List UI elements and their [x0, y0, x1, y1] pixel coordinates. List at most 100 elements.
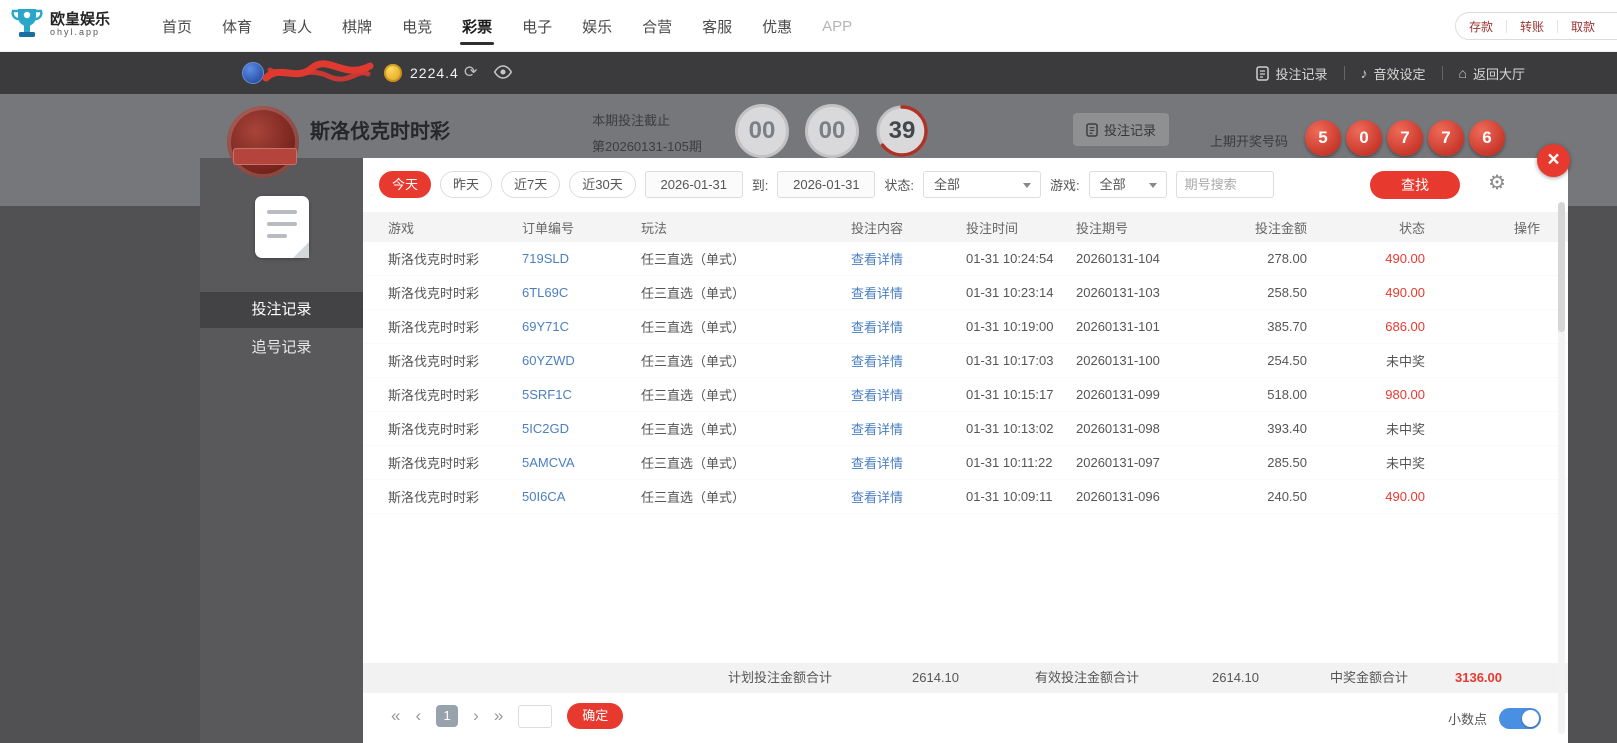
user-bar-links: 投注记录 ♪ 音效设定 ⌂ 返回大厅 — [1256, 52, 1525, 94]
deadline-label: 本期投注截止 — [592, 113, 671, 128]
view-detail-link[interactable]: 查看详情 — [851, 487, 966, 506]
cell-status: 980.00 — [1307, 387, 1425, 402]
brand-logo[interactable]: 欧皇娱乐 ohyl.app — [10, 6, 110, 44]
last-page-button[interactable]: » — [494, 706, 503, 726]
nav-item-sports[interactable]: 体育 — [220, 2, 254, 51]
cell-time: 01-31 10:15:17 — [966, 387, 1054, 402]
confirm-button[interactable]: 确定 — [567, 703, 624, 729]
table-row: 斯洛伐克时时彩 60YZWD 任三直选（单式） 查看详情 01-31 10:17… — [363, 344, 1568, 378]
view-detail-link[interactable]: 查看详情 — [851, 385, 966, 404]
brand-domain: ohyl.app — [50, 27, 101, 38]
date-to-input[interactable]: 2026-01-31 — [777, 170, 876, 198]
status-value: 686.00 — [1385, 319, 1425, 334]
nav-item-home[interactable]: 首页 — [160, 2, 194, 51]
quick-filter-yesterday[interactable]: 昨天 — [440, 170, 493, 198]
nav-item-lottery[interactable]: 彩票 — [460, 2, 495, 51]
next-page-button[interactable]: › — [473, 706, 479, 726]
countdown: 00 00 39 — [735, 104, 929, 158]
countdown-hours: 00 — [735, 104, 789, 158]
deposit-button[interactable]: 存款 — [1456, 18, 1506, 35]
table-row: 斯洛伐克时时彩 5AMCVA 任三直选（单式） 查看详情 01-31 10:11… — [363, 446, 1568, 480]
scrollbar-thumb[interactable] — [1558, 202, 1565, 332]
view-detail-link[interactable]: 查看详情 — [851, 317, 966, 336]
cell-game: 斯洛伐克时时彩 — [388, 456, 480, 471]
gear-icon[interactable]: ⚙ — [1488, 170, 1506, 195]
cell-game: 斯洛伐克时时彩 — [388, 320, 480, 335]
status-value: 490.00 — [1385, 489, 1425, 504]
cell-status: 未中奖 — [1307, 453, 1425, 472]
last-draw-numbers: 5 0 7 7 6 — [1305, 120, 1505, 156]
order-link[interactable]: 5AMCVA — [522, 455, 641, 470]
sidebar-item-chase-records[interactable]: 追号记录 — [200, 330, 363, 366]
nav-item-service[interactable]: 客服 — [700, 2, 734, 51]
quick-filter-today[interactable]: 今天 — [379, 170, 432, 198]
nav-item-entertainment[interactable]: 娱乐 — [580, 2, 614, 51]
toggle-knob — [1522, 710, 1539, 727]
game-select[interactable]: 全部 — [1088, 170, 1167, 198]
nav-item-promo[interactable]: 优惠 — [760, 2, 794, 51]
page-jump-input[interactable] — [518, 704, 553, 728]
music-note-icon: ♪ — [1360, 65, 1368, 81]
chevron-down-icon — [1022, 182, 1031, 188]
refresh-icon[interactable]: ⟳ — [464, 62, 477, 82]
current-page[interactable]: 1 — [436, 705, 459, 727]
prev-page-button[interactable]: ‹ — [415, 706, 421, 726]
game-label: 游戏: — [1049, 177, 1080, 193]
order-link[interactable]: 5IC2GD — [522, 421, 641, 436]
transfer-button[interactable]: 转账 — [1507, 18, 1557, 35]
eye-icon[interactable] — [494, 65, 512, 79]
first-page-button[interactable]: « — [391, 706, 400, 726]
to-label: 到: — [751, 177, 769, 193]
nav-item-partner[interactable]: 合营 — [640, 2, 674, 51]
status-value: 未中奖 — [1385, 422, 1425, 437]
back-to-lobby-link[interactable]: ⌂ 返回大厅 — [1459, 64, 1525, 83]
status-label: 状态: — [884, 177, 914, 193]
order-link[interactable]: 719SLD — [522, 251, 641, 266]
view-detail-link[interactable]: 查看详情 — [851, 453, 966, 472]
cell-amount: 240.50 — [1267, 489, 1307, 504]
period-search-input[interactable] — [1175, 170, 1274, 198]
nav-item-live[interactable]: 真人 — [280, 2, 314, 51]
nav-item-app[interactable]: APP — [820, 4, 854, 49]
avatar[interactable] — [242, 62, 264, 84]
cell-period: 20260131-100 — [1076, 353, 1160, 368]
view-detail-link[interactable]: 查看详情 — [851, 419, 966, 438]
cell-play: 任三直选（单式） — [641, 388, 746, 403]
order-link[interactable]: 69Y71C — [522, 319, 641, 334]
view-detail-link[interactable]: 查看详情 — [851, 351, 966, 370]
bet-records-link[interactable]: 投注记录 — [1256, 64, 1328, 83]
close-icon[interactable]: × — [1537, 144, 1570, 177]
sidebar-item-bet-records[interactable]: 投注记录 — [200, 292, 363, 328]
modal-scrollbar[interactable] — [1558, 202, 1565, 734]
nav-item-slots[interactable]: 电子 — [520, 2, 554, 51]
order-link[interactable]: 6TL69C — [522, 285, 641, 300]
cell-status: 490.00 — [1307, 251, 1425, 266]
page: 欧皇娱乐 ohyl.app 首页 体育 真人 棋牌 电竞 彩票 电子 娱乐 合营… — [0, 0, 1617, 743]
withdraw-button[interactable]: 取款 — [1558, 18, 1608, 35]
draw-ball: 7 — [1428, 120, 1464, 156]
view-detail-link[interactable]: 查看详情 — [851, 249, 966, 268]
nav-item-board[interactable]: 棋牌 — [340, 2, 374, 51]
status-select-value: 全部 — [933, 176, 960, 192]
decimal-toggle[interactable] — [1499, 708, 1541, 729]
cell-amount: 258.50 — [1267, 285, 1307, 300]
date-from-input[interactable]: 2026-01-31 — [644, 170, 743, 198]
cell-status: 490.00 — [1307, 285, 1425, 300]
cell-amount: 393.40 — [1267, 421, 1307, 436]
status-value: 980.00 — [1385, 387, 1425, 402]
nav-item-esports[interactable]: 电竞 — [400, 2, 434, 51]
search-button[interactable]: 查找 — [1370, 171, 1460, 199]
order-link[interactable]: 5SRF1C — [522, 387, 641, 402]
sound-settings-link[interactable]: ♪ 音效设定 — [1361, 64, 1426, 83]
order-link[interactable]: 50I6CA — [522, 489, 641, 504]
quick-filter-30days[interactable]: 近30天 — [569, 170, 636, 198]
view-detail-link[interactable]: 查看详情 — [851, 283, 966, 302]
quick-filter-7days[interactable]: 近7天 — [501, 170, 561, 198]
main-nav: 首页 体育 真人 棋牌 电竞 彩票 电子 娱乐 合营 客服 优惠 APP — [160, 0, 854, 52]
status-select[interactable]: 全部 — [922, 170, 1041, 198]
order-link[interactable]: 60YZWD — [522, 353, 641, 368]
cell-time: 01-31 10:19:00 — [966, 319, 1054, 334]
bet-records-button-dimmed[interactable]: 投注记录 — [1073, 113, 1169, 146]
top-nav: 欧皇娱乐 ohyl.app 首页 体育 真人 棋牌 电竞 彩票 电子 娱乐 合营… — [0, 0, 1617, 52]
user-bar: 2224.4 ⟳ 投注记录 ♪ 音效设定 ⌂ 返回大厅 — [0, 52, 1617, 94]
